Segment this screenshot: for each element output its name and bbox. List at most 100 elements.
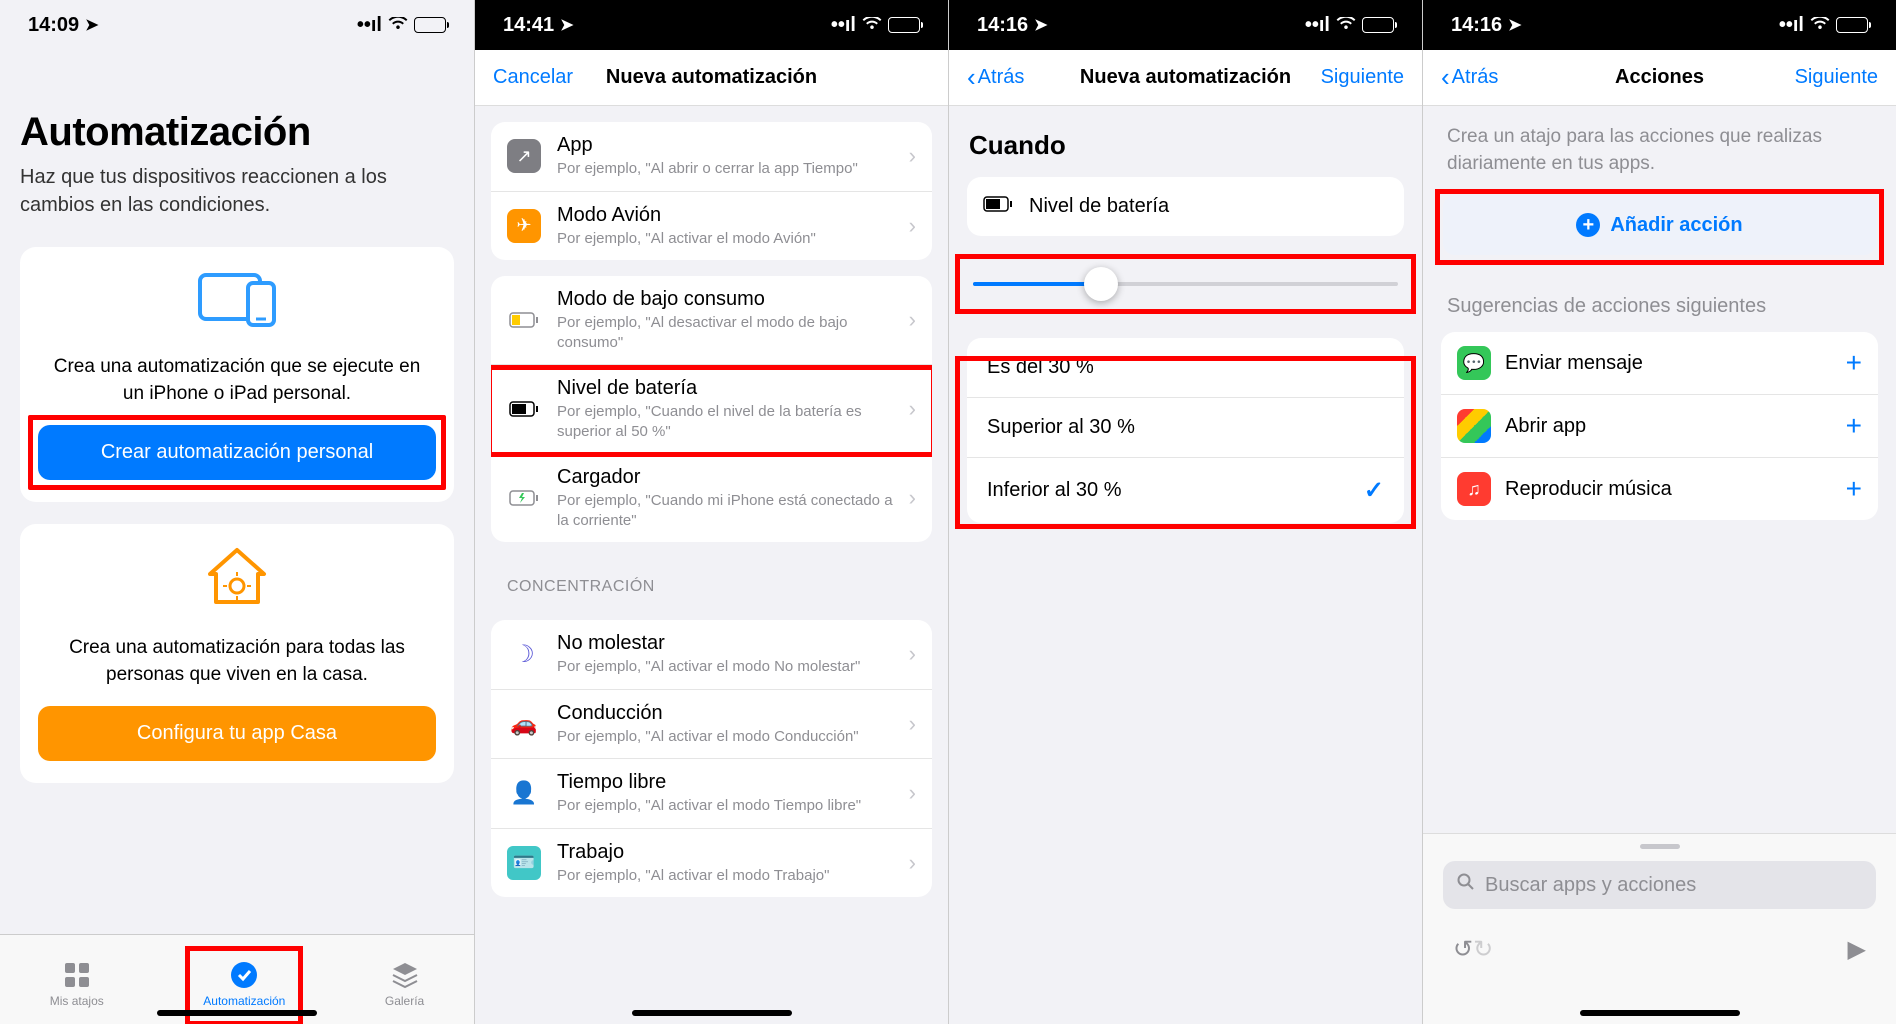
- next-button[interactable]: Siguiente: [1795, 66, 1878, 89]
- trigger-dnd[interactable]: ☽ No molestar Por ejemplo, "Al activar e…: [491, 620, 932, 690]
- search-input[interactable]: Buscar apps y acciones: [1443, 861, 1876, 909]
- redo-button[interactable]: ↻: [1473, 935, 1493, 964]
- list-title: Modo Avión: [557, 204, 901, 227]
- home-indicator: [632, 1010, 792, 1016]
- when-label: Nivel de batería: [1029, 195, 1169, 218]
- device-icon: [38, 269, 436, 334]
- wifi-icon: [1810, 14, 1830, 37]
- chevron-left-icon: ‹: [967, 62, 976, 93]
- personal-automation-card: Crea una automatización que se ejecute e…: [20, 247, 454, 502]
- chevron-right-icon: ›: [909, 485, 916, 511]
- search-icon: [1457, 873, 1475, 897]
- cancel-button[interactable]: Cancelar: [493, 66, 573, 89]
- battery-icon: [888, 17, 920, 33]
- badge-icon: 🪪: [507, 846, 541, 880]
- tab-automation[interactable]: Automatización: [203, 960, 285, 1008]
- status-bar: 14:16 ➤ ••ıl: [1423, 0, 1896, 50]
- create-personal-automation-button[interactable]: Crear automatización personal: [38, 425, 436, 480]
- list-title: No molestar: [557, 632, 901, 655]
- battery-icon: [414, 17, 446, 33]
- description: Crea un atajo para las acciones que real…: [1423, 106, 1896, 195]
- add-action-button[interactable]: + Añadir acción: [1443, 195, 1876, 255]
- location-icon: ➤: [85, 15, 98, 35]
- charger-icon: [507, 481, 541, 515]
- option-equals[interactable]: Es del 30 %: [967, 338, 1404, 398]
- suggestions-list: 💬 Enviar mensaje + Abrir app + ♫ Reprodu…: [1441, 332, 1878, 520]
- add-action-label: Añadir acción: [1610, 214, 1742, 237]
- back-button[interactable]: ‹ Atrás: [1441, 62, 1498, 93]
- location-icon: ➤: [1034, 15, 1047, 35]
- nav-bar: Cancelar Nueva automatización: [475, 50, 948, 106]
- list-sub: Por ejemplo, "Al activar el modo Avión": [557, 229, 901, 249]
- option-below[interactable]: Inferior al 30 % ✓: [967, 458, 1404, 523]
- home-icon: [38, 546, 436, 615]
- list-title: Modo de bajo consumo: [557, 288, 901, 311]
- battery-slider[interactable]: [967, 260, 1404, 308]
- next-button[interactable]: Siguiente: [1321, 66, 1404, 89]
- list-sub: Por ejemplo, "Al activar el modo Conducc…: [557, 727, 901, 747]
- chevron-right-icon: ›: [909, 850, 916, 876]
- back-button[interactable]: ‹ Atrás: [967, 62, 1024, 93]
- status-time: 14:41: [503, 14, 554, 37]
- trigger-airplane[interactable]: ✈ Modo Avión Por ejemplo, "Al activar el…: [491, 192, 932, 261]
- nav-title: Nueva automatización: [1080, 66, 1291, 89]
- focus-list-group: ☽ No molestar Por ejemplo, "Al activar e…: [491, 620, 932, 897]
- nav-title: Acciones: [1615, 66, 1704, 89]
- undo-button[interactable]: ↺: [1453, 935, 1473, 964]
- status-time: 14:16: [1451, 14, 1502, 37]
- music-icon: ♫: [1457, 472, 1491, 506]
- trigger-list-group-2: Modo de bajo consumo Por ejemplo, "Al de…: [491, 276, 932, 542]
- wifi-icon: [1336, 14, 1356, 37]
- chevron-right-icon: ›: [909, 711, 916, 737]
- trigger-battery-level[interactable]: Nivel de batería Por ejemplo, "Cuando el…: [491, 365, 932, 454]
- page-title: Automatización: [20, 110, 454, 155]
- suggestion-play-music[interactable]: ♫ Reproducir música +: [1441, 458, 1878, 520]
- status-time: 14:09: [28, 14, 79, 37]
- list-sub: Por ejemplo, "Al activar el modo Trabajo…: [557, 866, 901, 886]
- list-title: Conducción: [557, 702, 901, 725]
- play-button[interactable]: ▶: [1848, 935, 1866, 964]
- suggestion-send-message[interactable]: 💬 Enviar mensaje +: [1441, 332, 1878, 395]
- card-text: Crea una automatización que se ejecute e…: [38, 354, 436, 407]
- plus-icon: +: [1846, 410, 1862, 442]
- plus-icon: +: [1846, 347, 1862, 379]
- location-icon: ➤: [560, 15, 573, 35]
- suggestion-open-app[interactable]: Abrir app +: [1441, 395, 1878, 458]
- trigger-personal[interactable]: 👤 Tiempo libre Por ejemplo, "Al activar …: [491, 759, 932, 829]
- tab-shortcuts[interactable]: Mis atajos: [50, 960, 104, 1008]
- battery-icon: [983, 195, 1013, 218]
- trigger-low-power[interactable]: Modo de bajo consumo Por ejemplo, "Al de…: [491, 276, 932, 365]
- tab-gallery[interactable]: Galería: [385, 960, 424, 1008]
- option-label: Es del 30 %: [987, 356, 1094, 379]
- suggestion-label: Reproducir música: [1505, 478, 1672, 501]
- home-indicator: [1580, 1010, 1740, 1016]
- drag-handle[interactable]: [1640, 844, 1680, 849]
- signal-icon: ••ıl: [831, 14, 856, 37]
- home-indicator: [157, 1010, 317, 1016]
- option-above[interactable]: Superior al 30 %: [967, 398, 1404, 458]
- trigger-app[interactable]: ↗ App Por ejemplo, "Al abrir o cerrar la…: [491, 122, 932, 192]
- suggestion-label: Abrir app: [1505, 415, 1586, 438]
- status-bar: 14:41 ➤ ••ıl: [475, 0, 948, 50]
- status-bar: 14:16 ➤ ••ıl: [949, 0, 1422, 50]
- plus-icon: +: [1846, 473, 1862, 505]
- trigger-work[interactable]: 🪪 Trabajo Por ejemplo, "Al activar el mo…: [491, 829, 932, 898]
- trigger-charger[interactable]: Cargador Por ejemplo, "Cuando mi iPhone …: [491, 454, 932, 542]
- list-title: Cargador: [557, 466, 901, 489]
- card-text: Crea una automatización para todas las p…: [38, 635, 436, 688]
- signal-icon: ••ıl: [1305, 14, 1330, 37]
- location-icon: ➤: [1508, 15, 1521, 35]
- trigger-driving[interactable]: 🚗 Conducción Por ejemplo, "Al activar el…: [491, 690, 932, 760]
- chevron-right-icon: ›: [909, 307, 916, 333]
- list-title: Trabajo: [557, 841, 901, 864]
- suggestion-label: Enviar mensaje: [1505, 352, 1643, 375]
- plus-circle-icon: +: [1576, 213, 1600, 237]
- nav-title: Nueva automatización: [606, 66, 817, 89]
- list-sub: Por ejemplo, "Cuando mi iPhone está cone…: [557, 491, 901, 530]
- airplane-icon: ✈: [507, 209, 541, 243]
- battery-icon: [1836, 17, 1868, 33]
- chevron-right-icon: ›: [909, 213, 916, 239]
- configure-home-button[interactable]: Configura tu app Casa: [38, 706, 436, 761]
- list-sub: Por ejemplo, "Al desactivar el modo de b…: [557, 313, 901, 352]
- when-condition: Nivel de batería: [967, 177, 1404, 236]
